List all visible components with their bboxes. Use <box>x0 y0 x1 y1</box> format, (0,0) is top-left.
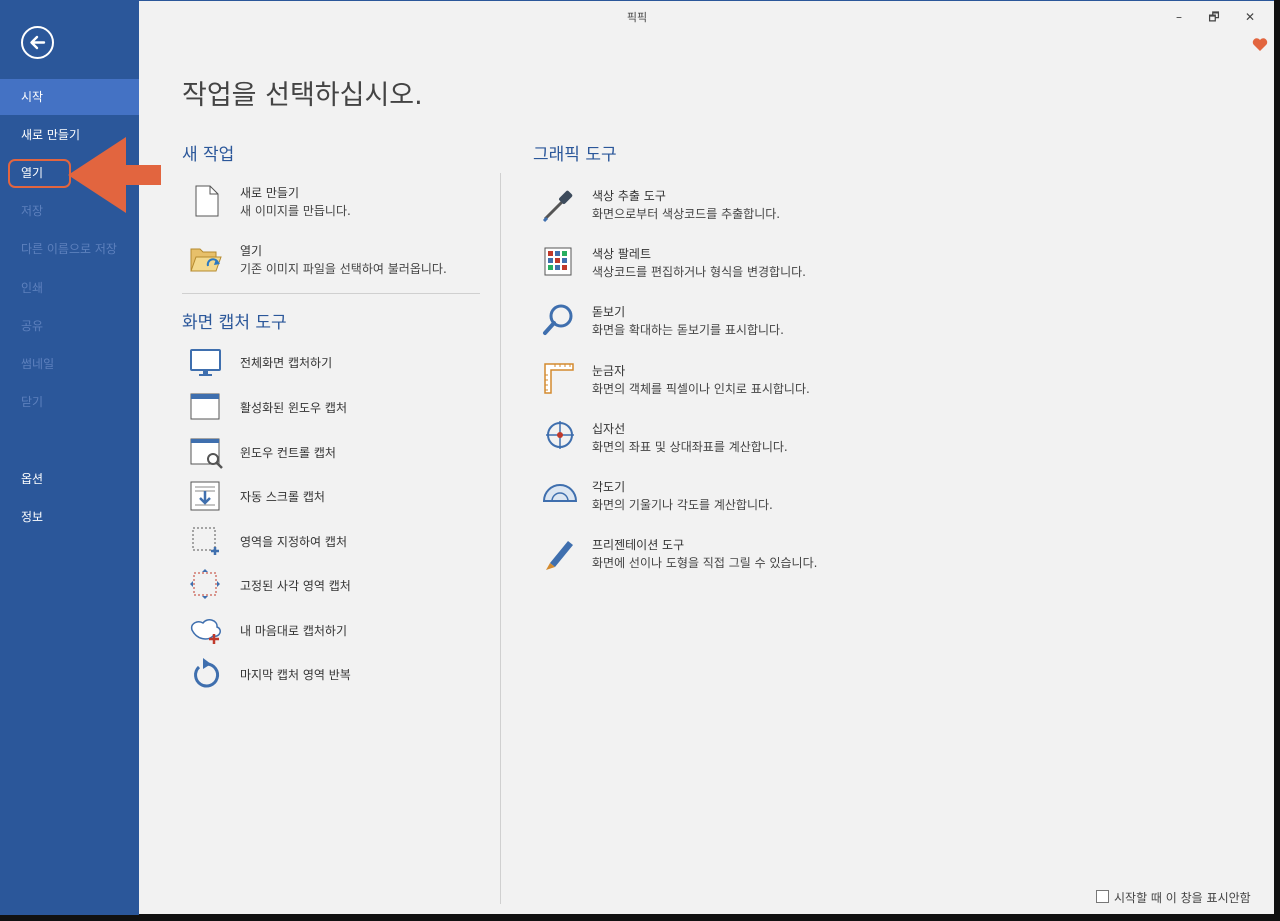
dont-show-label[interactable]: 시작할 때 이 창을 표시안함 <box>1114 889 1251 906</box>
capture-freehand-label: 내 마음대로 캡처하기 <box>240 624 347 638</box>
active-window-icon <box>190 393 220 420</box>
sidebar-item-options[interactable]: 옵션 <box>0 461 139 497</box>
capture-region-item[interactable]: 영역을 지정하여 캡처 <box>188 524 468 558</box>
heart-icon[interactable] <box>1252 37 1268 52</box>
section-divider <box>182 293 480 294</box>
capture-scroll-label: 자동 스크롤 캡처 <box>240 490 325 504</box>
page-title: 작업을 선택하십시오. <box>182 80 423 111</box>
sidebar-item-info[interactable]: 정보 <box>0 499 139 535</box>
capture-fixed-region-item[interactable]: 고정된 사각 영역 캡처 <box>188 568 468 602</box>
presentation-tool-title: 프리젠테이션 도구 <box>592 538 685 552</box>
open-folder-icon <box>190 248 222 272</box>
dont-show-checkbox[interactable] <box>1096 890 1109 903</box>
capture-repeat-item[interactable]: 마지막 캡처 영역 반복 <box>188 657 468 691</box>
scroll-capture-icon <box>190 481 220 511</box>
capture-freehand-item[interactable]: 내 마음대로 캡처하기 <box>188 613 468 647</box>
sidebar-item-thumbnail: 썸네일 <box>21 357 55 371</box>
protractor-icon <box>542 484 578 502</box>
capture-tools-heading: 화면 캡처 도구 <box>182 313 287 333</box>
region-capture-icon <box>192 527 219 555</box>
fixed-region-icon <box>190 569 220 599</box>
capture-active-window-label: 활성화된 윈도우 캡처 <box>240 401 347 415</box>
monitor-icon <box>190 349 221 376</box>
capture-fullscreen-item[interactable]: 전체화면 캡처하기 <box>188 345 468 379</box>
open-image-item[interactable]: 열기 기존 이미지 파일을 선택하여 불러옵니다. <box>188 241 488 281</box>
back-arrow-icon <box>30 35 46 50</box>
open-image-desc: 기존 이미지 파일을 선택하여 불러옵니다. <box>240 262 447 276</box>
blank-page-icon <box>195 185 219 217</box>
magnifier-desc: 화면을 확대하는 돋보기를 표시합니다. <box>592 323 784 337</box>
eyedropper-title: 색상 추출 도구 <box>592 189 666 203</box>
pen-icon <box>546 541 573 570</box>
capture-fixed-region-label: 고정된 사각 영역 캡처 <box>240 579 351 593</box>
new-image-desc: 새 이미지를 만듭니다. <box>240 204 351 218</box>
palette-title: 색상 팔레트 <box>592 247 652 261</box>
repeat-capture-icon <box>194 658 220 688</box>
eyedropper-item[interactable]: 색상 추출 도구 화면으로부터 색상코드를 추출합니다. <box>540 186 860 226</box>
minimize-button[interactable]: – <box>1169 7 1189 27</box>
new-image-title: 새로 만들기 <box>240 186 300 200</box>
crosshair-title: 십자선 <box>592 422 626 436</box>
freehand-capture-icon <box>190 619 221 644</box>
capture-active-window-item[interactable]: 활성화된 윈도우 캡처 <box>188 390 468 424</box>
sidebar-item-share: 공유 <box>21 319 44 333</box>
window-control-icon <box>190 438 223 469</box>
new-task-heading: 새 작업 <box>182 145 235 165</box>
ruler-desc: 화면의 객체를 픽셀이나 인치로 표시합니다. <box>592 382 810 396</box>
column-divider <box>500 173 501 904</box>
sidebar-item-start[interactable]: 시작 <box>0 79 139 115</box>
capture-scroll-item[interactable]: 자동 스크롤 캡처 <box>188 479 468 513</box>
window-title: 픽픽 <box>626 11 648 24</box>
palette-icon <box>544 247 572 276</box>
new-image-item[interactable]: 새로 만들기 새 이미지를 만듭니다. <box>188 183 488 223</box>
palette-item[interactable]: 색상 팔레트 색상코드를 편집하거나 형식을 변경합니다. <box>540 244 860 284</box>
capture-region-label: 영역을 지정하여 캡처 <box>240 535 347 549</box>
eyedropper-icon <box>542 190 573 223</box>
sidebar-item-print: 인쇄 <box>21 281 44 295</box>
back-button[interactable] <box>21 26 54 59</box>
restore-button[interactable]: 🗗 <box>1204 7 1224 27</box>
magnifier-item[interactable]: 돋보기 화면을 확대하는 돋보기를 표시합니다. <box>540 302 860 342</box>
app-window: 시작 새로 만들기 열기 저장 다른 이름으로 저장 인쇄 공유 썸네일 닫기 … <box>0 0 1274 915</box>
ruler-icon <box>544 363 574 394</box>
open-highlight-box <box>8 159 71 188</box>
crosshair-desc: 화면의 좌표 및 상대좌표를 계산합니다. <box>592 440 788 454</box>
crosshair-item[interactable]: 십자선 화면의 좌표 및 상대좌표를 계산합니다. <box>540 419 860 459</box>
palette-desc: 색상코드를 편집하거나 형식을 변경합니다. <box>592 265 806 279</box>
crosshair-icon <box>546 421 574 449</box>
presentation-tool-item[interactable]: 프리젠테이션 도구 화면에 선이나 도형을 직접 그릴 수 있습니다. <box>540 535 860 575</box>
protractor-item[interactable]: 각도기 화면의 기울기나 각도를 계산합니다. <box>540 477 860 517</box>
presentation-tool-desc: 화면에 선이나 도형을 직접 그릴 수 있습니다. <box>592 556 818 570</box>
close-button[interactable]: ✕ <box>1240 7 1260 27</box>
ruler-title: 눈금자 <box>592 364 626 378</box>
magnifier-title: 돋보기 <box>592 305 626 319</box>
annotation-arrow-icon <box>68 137 161 213</box>
ruler-item[interactable]: 눈금자 화면의 객체를 픽셀이나 인치로 표시합니다. <box>540 361 860 401</box>
protractor-desc: 화면의 기울기나 각도를 계산합니다. <box>592 498 773 512</box>
graphic-tools-heading: 그래픽 도구 <box>533 145 617 165</box>
capture-fullscreen-label: 전체화면 캡처하기 <box>240 356 333 370</box>
sidebar-item-save-as: 다른 이름으로 저장 <box>21 242 117 256</box>
magnifier-icon <box>543 304 573 335</box>
capture-window-control-label: 윈도우 컨트롤 캡처 <box>240 446 336 460</box>
open-image-title: 열기 <box>240 244 263 258</box>
eyedropper-desc: 화면으로부터 색상코드를 추출합니다. <box>592 207 781 221</box>
capture-window-control-item[interactable]: 윈도우 컨트롤 캡처 <box>188 435 468 469</box>
protractor-title: 각도기 <box>592 480 626 494</box>
sidebar-item-close: 닫기 <box>21 395 44 409</box>
capture-repeat-label: 마지막 캡처 영역 반복 <box>240 668 351 682</box>
